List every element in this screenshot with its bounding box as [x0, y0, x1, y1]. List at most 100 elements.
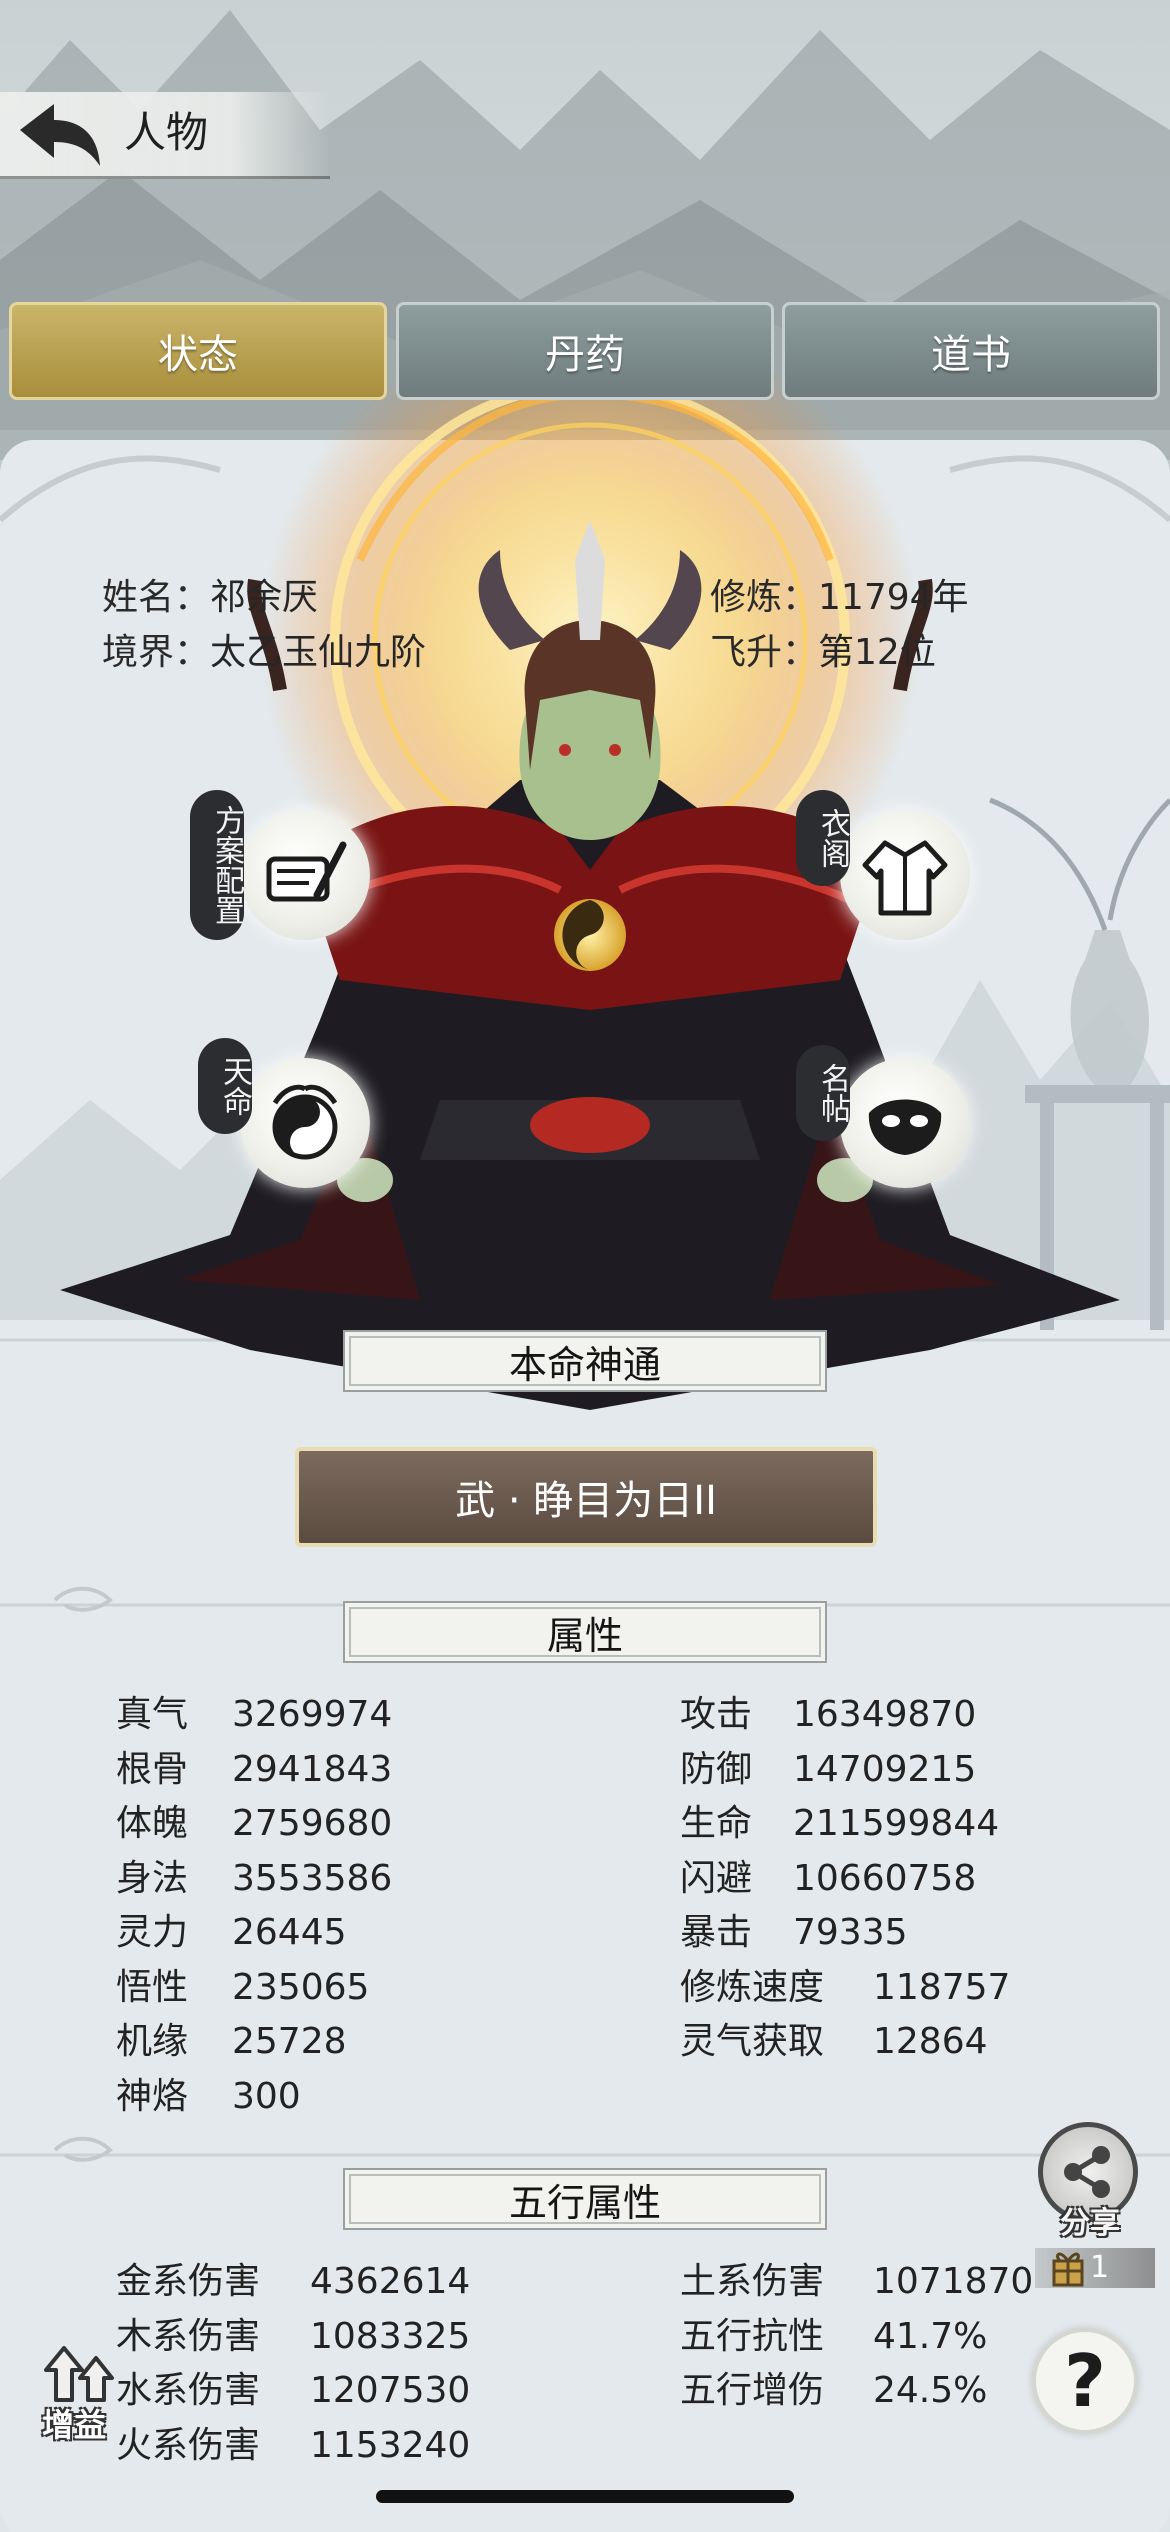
wardrobe-label[interactable]: 衣阁 — [796, 790, 850, 886]
skill-header: 本命神通 — [343, 1330, 827, 1392]
destiny-label[interactable]: 天命 — [198, 1038, 252, 1134]
stat-label: 真气 — [116, 1694, 189, 1735]
stat-row: 火系伤害 1153240 — [116, 2421, 470, 2471]
stat-label: 机缘 — [116, 2021, 189, 2062]
plan-config-label[interactable]: 方案配置 — [190, 790, 244, 940]
stat-value: 41.7% — [873, 2315, 988, 2357]
stat-row: 生命 211599844 — [680, 1799, 999, 1849]
stat-label: 防御 — [680, 1748, 753, 1790]
stat-row: 水系伤害 1207530 — [116, 2366, 470, 2416]
stat-value: 2941843 — [232, 1748, 393, 1790]
stat-row: 悟性 235065 — [116, 1963, 369, 2013]
stat-label: 金系伤害 — [116, 2261, 261, 2302]
stat-row: 修炼速度 118757 — [680, 1963, 1010, 2013]
stat-label: 闪避 — [680, 1857, 753, 1899]
stat-label: 灵力 — [116, 1912, 189, 1953]
stat-value: 1207530 — [310, 2370, 471, 2411]
stat-label: 生命 — [680, 1803, 753, 1844]
stat-value: 1083325 — [310, 2315, 471, 2357]
stat-label: 五行抗性 — [680, 2315, 825, 2357]
stat-row: 金系伤害 4362614 — [116, 2257, 470, 2307]
back-arrow-icon — [20, 104, 100, 166]
stat-label: 木系伤害 — [116, 2315, 261, 2357]
skill-plaque[interactable]: 武 · 睁目为日II — [295, 1447, 877, 1547]
stat-label: 攻击 — [680, 1694, 753, 1735]
stat-row: 暴击 79335 — [680, 1908, 908, 1958]
stat-row: 机缘 25728 — [116, 2017, 347, 2067]
name-value: 祁余厌 — [210, 577, 319, 618]
stat-row: 五行增伤 24.5% — [680, 2366, 987, 2416]
scroll-brush-icon — [266, 841, 347, 902]
stat-value: 12864 — [873, 2021, 988, 2062]
stat-label: 暴击 — [680, 1912, 753, 1953]
stat-label: 神烙 — [116, 2075, 189, 2117]
home-indicator — [376, 2490, 794, 2503]
stat-label: 灵气获取 — [680, 2021, 825, 2062]
stat-label: 五行增伤 — [680, 2370, 825, 2411]
ascension-label: 飞升： — [710, 632, 819, 673]
tab-status[interactable]: 状态 — [9, 302, 387, 400]
stat-row: 土系伤害 1071870 — [680, 2257, 1033, 2307]
yin-yang-icon — [272, 1084, 338, 1160]
stat-row: 灵气获取 12864 — [680, 2017, 988, 2067]
back-button[interactable] — [14, 100, 104, 172]
stat-value: 211599844 — [793, 1803, 1000, 1844]
stat-label: 根骨 — [116, 1748, 189, 1790]
stat-value: 300 — [232, 2075, 301, 2117]
stat-label: 身法 — [116, 1857, 189, 1899]
robe-icon — [862, 840, 948, 916]
stat-value: 14709215 — [793, 1748, 977, 1790]
ascension-row: 飞升：第12位 — [710, 628, 936, 678]
stat-row: 攻击 16349870 — [680, 1690, 976, 1740]
stat-value: 118757 — [873, 1966, 1011, 2008]
name-row: 姓名：祁余厌 — [102, 573, 318, 623]
stat-value: 235065 — [232, 1966, 370, 2008]
stat-row: 根骨 2941843 — [116, 1745, 392, 1795]
plan-config-button[interactable] — [240, 810, 370, 940]
stat-label: 火系伤害 — [116, 2424, 261, 2466]
realm-row: 境界：太乙玉仙九阶 — [102, 628, 426, 678]
tab-daoshu[interactable]: 道书 — [782, 302, 1160, 400]
buff-label[interactable]: 增益 — [42, 2400, 106, 2446]
stat-row: 体魄 2759680 — [116, 1799, 392, 1849]
cultivation-label: 修炼： — [710, 577, 819, 618]
stat-label: 土系伤害 — [680, 2261, 825, 2302]
stat-row: 身法 3553586 — [116, 1854, 392, 1904]
name-card-button[interactable] — [840, 1058, 970, 1188]
stat-value: 3269974 — [232, 1694, 393, 1735]
stat-value: 79335 — [793, 1912, 908, 1953]
stat-value: 26445 — [232, 1912, 347, 1953]
stat-row: 闪避 10660758 — [680, 1854, 976, 1904]
page-title: 人物 — [124, 108, 209, 157]
stat-label: 修炼速度 — [680, 1966, 825, 2008]
stat-label: 体魄 — [116, 1803, 189, 1844]
cultivation-value: 11794年 — [818, 577, 969, 618]
elements-header: 五行属性 — [343, 2168, 827, 2230]
stat-value: 2759680 — [232, 1803, 393, 1844]
help-button[interactable]: ? — [1032, 2328, 1138, 2434]
stat-value: 1071870 — [873, 2261, 1034, 2302]
ascension-value: 第12位 — [818, 632, 936, 673]
realm-label: 境界： — [102, 632, 211, 673]
stat-value: 25728 — [232, 2021, 347, 2062]
wardrobe-button[interactable] — [840, 810, 970, 940]
mask-icon — [868, 1099, 942, 1155]
cultivation-row: 修炼：11794年 — [710, 573, 969, 623]
question-icon: ? — [1064, 2339, 1106, 2423]
stat-value: 3553586 — [232, 1857, 393, 1899]
stat-value: 4362614 — [310, 2261, 471, 2302]
gift-icon — [1050, 2245, 1086, 2289]
stat-value: 10660758 — [793, 1857, 977, 1899]
stat-value: 24.5% — [873, 2370, 988, 2411]
realm-value: 太乙玉仙九阶 — [210, 632, 427, 673]
name-card-label[interactable]: 名帖 — [796, 1045, 850, 1141]
stat-label: 水系伤害 — [116, 2370, 261, 2411]
stat-value: 16349870 — [793, 1694, 977, 1735]
attributes-header: 属性 — [343, 1601, 827, 1663]
stat-row: 五行抗性 41.7% — [680, 2312, 987, 2362]
destiny-button[interactable] — [240, 1058, 370, 1188]
stat-row: 灵力 26445 — [116, 1908, 347, 1958]
stat-row: 真气 3269974 — [116, 1690, 392, 1740]
share-label[interactable]: 分享 — [1040, 2198, 1140, 2242]
tab-pills[interactable]: 丹药 — [396, 302, 774, 400]
